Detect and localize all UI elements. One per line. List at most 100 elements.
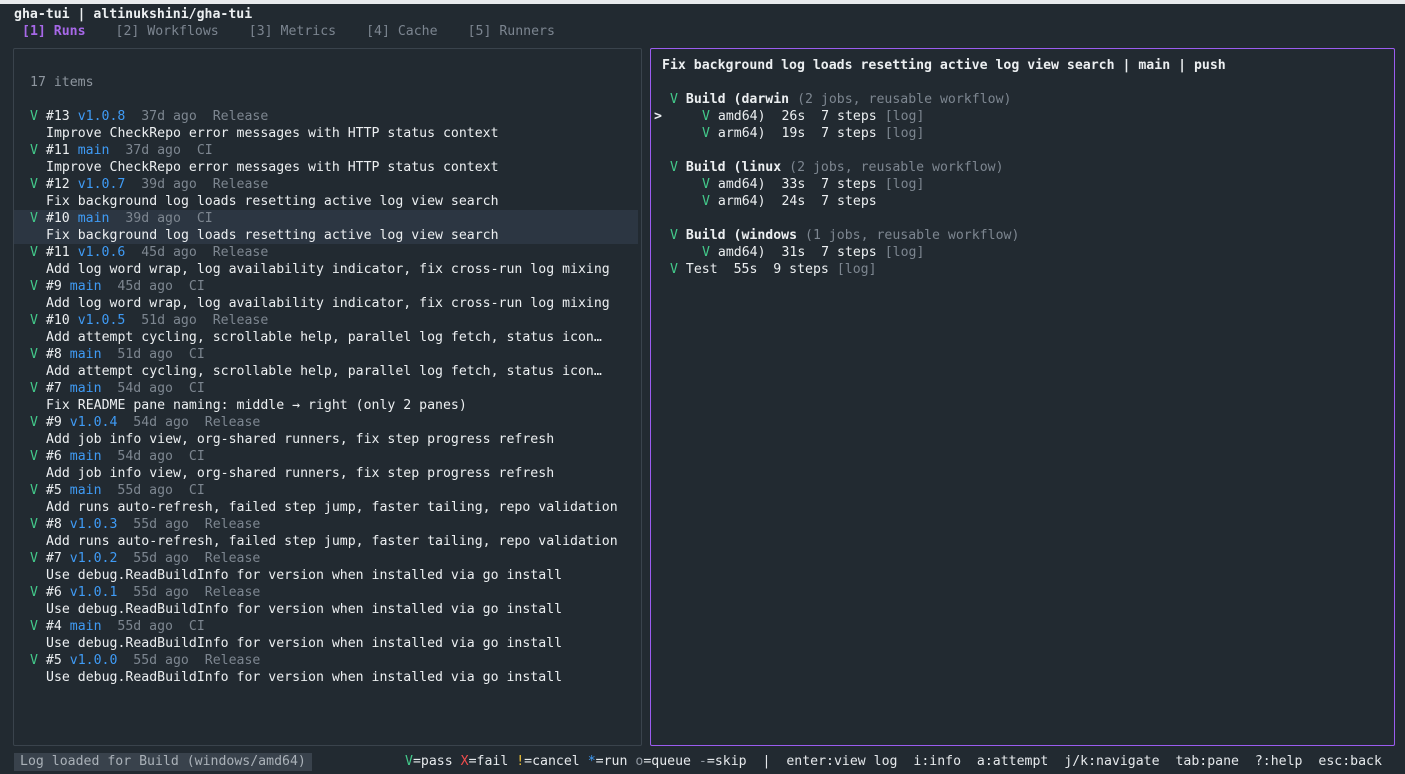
job-duration: 33s: [781, 177, 806, 192]
run-commit-message[interactable]: Add runs auto-refresh, failed step jump,…: [46, 533, 618, 550]
run-ref: main: [77, 211, 110, 226]
job-name: amd64): [717, 109, 766, 124]
run-age: 51d ago: [117, 347, 173, 362]
run-age: 39d ago: [125, 211, 181, 226]
run-header[interactable]: V #6 main 54d ago CI: [30, 448, 205, 465]
run-header[interactable]: V #7 v1.0.2 55d ago Release: [30, 550, 260, 567]
run-header[interactable]: V #9 main 45d ago CI: [30, 278, 205, 295]
run-commit-message[interactable]: Add job info view, org-shared runners, f…: [46, 431, 554, 448]
status-pass-icon: V: [702, 177, 710, 192]
run-header[interactable]: V #8 v1.0.3 55d ago Release: [30, 516, 260, 533]
job-group-name: Build (darwin: [685, 92, 790, 107]
status-pass-icon: V: [30, 415, 38, 430]
run-commit-message[interactable]: Add runs auto-refresh, failed step jump,…: [46, 499, 618, 516]
run-age: 51d ago: [141, 313, 197, 328]
job-row[interactable]: V amd64) 26s 7 steps [log]: [702, 108, 924, 125]
run-age: 54d ago: [117, 381, 173, 396]
run-workflow: CI: [188, 619, 205, 634]
status-pass-icon: V: [670, 160, 678, 175]
run-ref: main: [77, 143, 110, 158]
keybinding: esc:back: [1318, 754, 1382, 769]
run-workflow: Release: [204, 585, 261, 600]
job-name: arm64): [717, 194, 766, 209]
job-row[interactable]: V arm64) 19s 7 steps [log]: [702, 125, 924, 142]
legend-text: =pass: [412, 754, 453, 769]
tab-bar: [1] Runs [2] Workflows [3] Metrics [4] Cach…: [22, 23, 585, 40]
job-group[interactable]: V Build (linux (2 jobs, reusable workflo…: [670, 159, 1004, 176]
run-number: #12: [45, 177, 70, 192]
row-cursor: >: [654, 109, 662, 124]
run-header[interactable]: V #11 v1.0.6 45d ago Release: [30, 244, 268, 261]
run-commit-message[interactable]: Improve CheckRepo error messages with HT…: [46, 159, 499, 176]
run-header[interactable]: V #10 main 39d ago CI: [30, 210, 213, 227]
run-commit-message[interactable]: Improve CheckRepo error messages with HT…: [46, 125, 499, 142]
status-pass-icon: V: [702, 245, 710, 260]
run-header[interactable]: V #7 main 54d ago CI: [30, 380, 205, 397]
status-pass-icon: V: [670, 92, 678, 107]
job-row[interactable]: V amd64) 33s 7 steps [log]: [702, 176, 924, 193]
keybinding: ?:help: [1254, 754, 1303, 769]
keybinding: j/k:navigate: [1064, 754, 1160, 769]
legend-text: =fail: [468, 754, 509, 769]
status-pass-icon: V: [702, 194, 710, 209]
run-header[interactable]: V #9 v1.0.4 54d ago Release: [30, 414, 260, 431]
run-header[interactable]: V #10 v1.0.5 51d ago Release: [30, 312, 268, 329]
run-header[interactable]: V #5 v1.0.0 55d ago Release: [30, 652, 260, 669]
run-ref: v1.0.3: [69, 517, 118, 532]
legend-symbol: -: [698, 754, 707, 769]
run-header[interactable]: V #12 v1.0.7 39d ago Release: [30, 176, 268, 193]
keybinding: a:attempt: [976, 754, 1049, 769]
run-ref: v1.0.7: [77, 177, 126, 192]
job-group[interactable]: V Build (windows (1 jobs, reusable workf…: [670, 227, 1019, 244]
run-commit-message[interactable]: Use debug.ReadBuildInfo for version when…: [46, 635, 562, 652]
status-pass-icon: V: [30, 177, 38, 192]
run-commit-message[interactable]: Add job info view, org-shared runners, f…: [46, 465, 554, 482]
tab-runners[interactable]: [5] Runners: [468, 24, 555, 39]
tab-cache[interactable]: [4] Cache: [366, 24, 437, 39]
run-number: #10: [45, 313, 70, 328]
tab-runs[interactable]: [1] Runs: [22, 24, 86, 39]
run-header[interactable]: V #13 v1.0.8 37d ago Release: [30, 108, 268, 125]
run-commit-message[interactable]: Use debug.ReadBuildInfo for version when…: [46, 567, 562, 584]
run-commit-message[interactable]: Fix README pane naming: middle → right (…: [46, 397, 467, 414]
run-header[interactable]: V #5 main 55d ago CI: [30, 482, 205, 499]
run-header[interactable]: V #11 main 37d ago CI: [30, 142, 213, 159]
run-commit-message[interactable]: Add attempt cycling, scrollable help, pa…: [46, 329, 602, 346]
status-pass-icon: V: [30, 245, 38, 260]
status-pass-icon: V: [702, 126, 710, 141]
run-ref: main: [69, 381, 102, 396]
run-header[interactable]: V #4 main 55d ago CI: [30, 618, 205, 635]
job-duration: 31s: [781, 245, 806, 260]
status-pass-icon: V: [30, 381, 38, 396]
job-row[interactable]: V arm64) 24s 7 steps: [702, 193, 877, 210]
status-message: Log loaded for Build (windows/amd64): [14, 753, 312, 771]
run-commit-message[interactable]: Fix background log loads resetting activ…: [46, 193, 499, 210]
job-steps: 7 steps: [821, 245, 877, 260]
tab-workflows[interactable]: [2] Workflows: [116, 24, 219, 39]
log-available-badge: [log]: [884, 126, 925, 141]
run-commit-message[interactable]: Use debug.ReadBuildInfo for version when…: [46, 669, 562, 686]
legend-text: =run: [595, 754, 628, 769]
run-commit-message[interactable]: Add log word wrap, log availability indi…: [46, 261, 610, 278]
run-number: #9: [45, 279, 62, 294]
job-group-meta: (2 jobs, reusable workflow): [797, 92, 1012, 107]
run-ref: main: [69, 483, 102, 498]
run-detail-pane[interactable]: [650, 48, 1395, 746]
run-commit-message[interactable]: Add attempt cycling, scrollable help, pa…: [46, 363, 602, 380]
run-age: 45d ago: [141, 245, 197, 260]
job-group[interactable]: V Build (darwin (2 jobs, reusable workfl…: [670, 91, 1011, 108]
status-pass-icon: V: [30, 347, 38, 362]
run-commit-message[interactable]: Use debug.ReadBuildInfo for version when…: [46, 601, 562, 618]
run-workflow: CI: [188, 449, 205, 464]
run-commit-message[interactable]: Add log word wrap, log availability indi…: [46, 295, 610, 312]
job-row[interactable]: V amd64) 31s 7 steps [log]: [702, 244, 924, 261]
job-row[interactable]: V Test 55s 9 steps [log]: [670, 261, 877, 278]
run-header[interactable]: V #8 main 51d ago CI: [30, 346, 205, 363]
run-ref: v1.0.5: [77, 313, 126, 328]
run-workflow: CI: [188, 381, 205, 396]
run-commit-message[interactable]: Fix background log loads resetting activ…: [46, 227, 499, 244]
run-header[interactable]: V #6 v1.0.1 55d ago Release: [30, 584, 260, 601]
job-duration: 19s: [781, 126, 806, 141]
run-workflow: Release: [204, 517, 261, 532]
tab-metrics[interactable]: [3] Metrics: [249, 24, 336, 39]
